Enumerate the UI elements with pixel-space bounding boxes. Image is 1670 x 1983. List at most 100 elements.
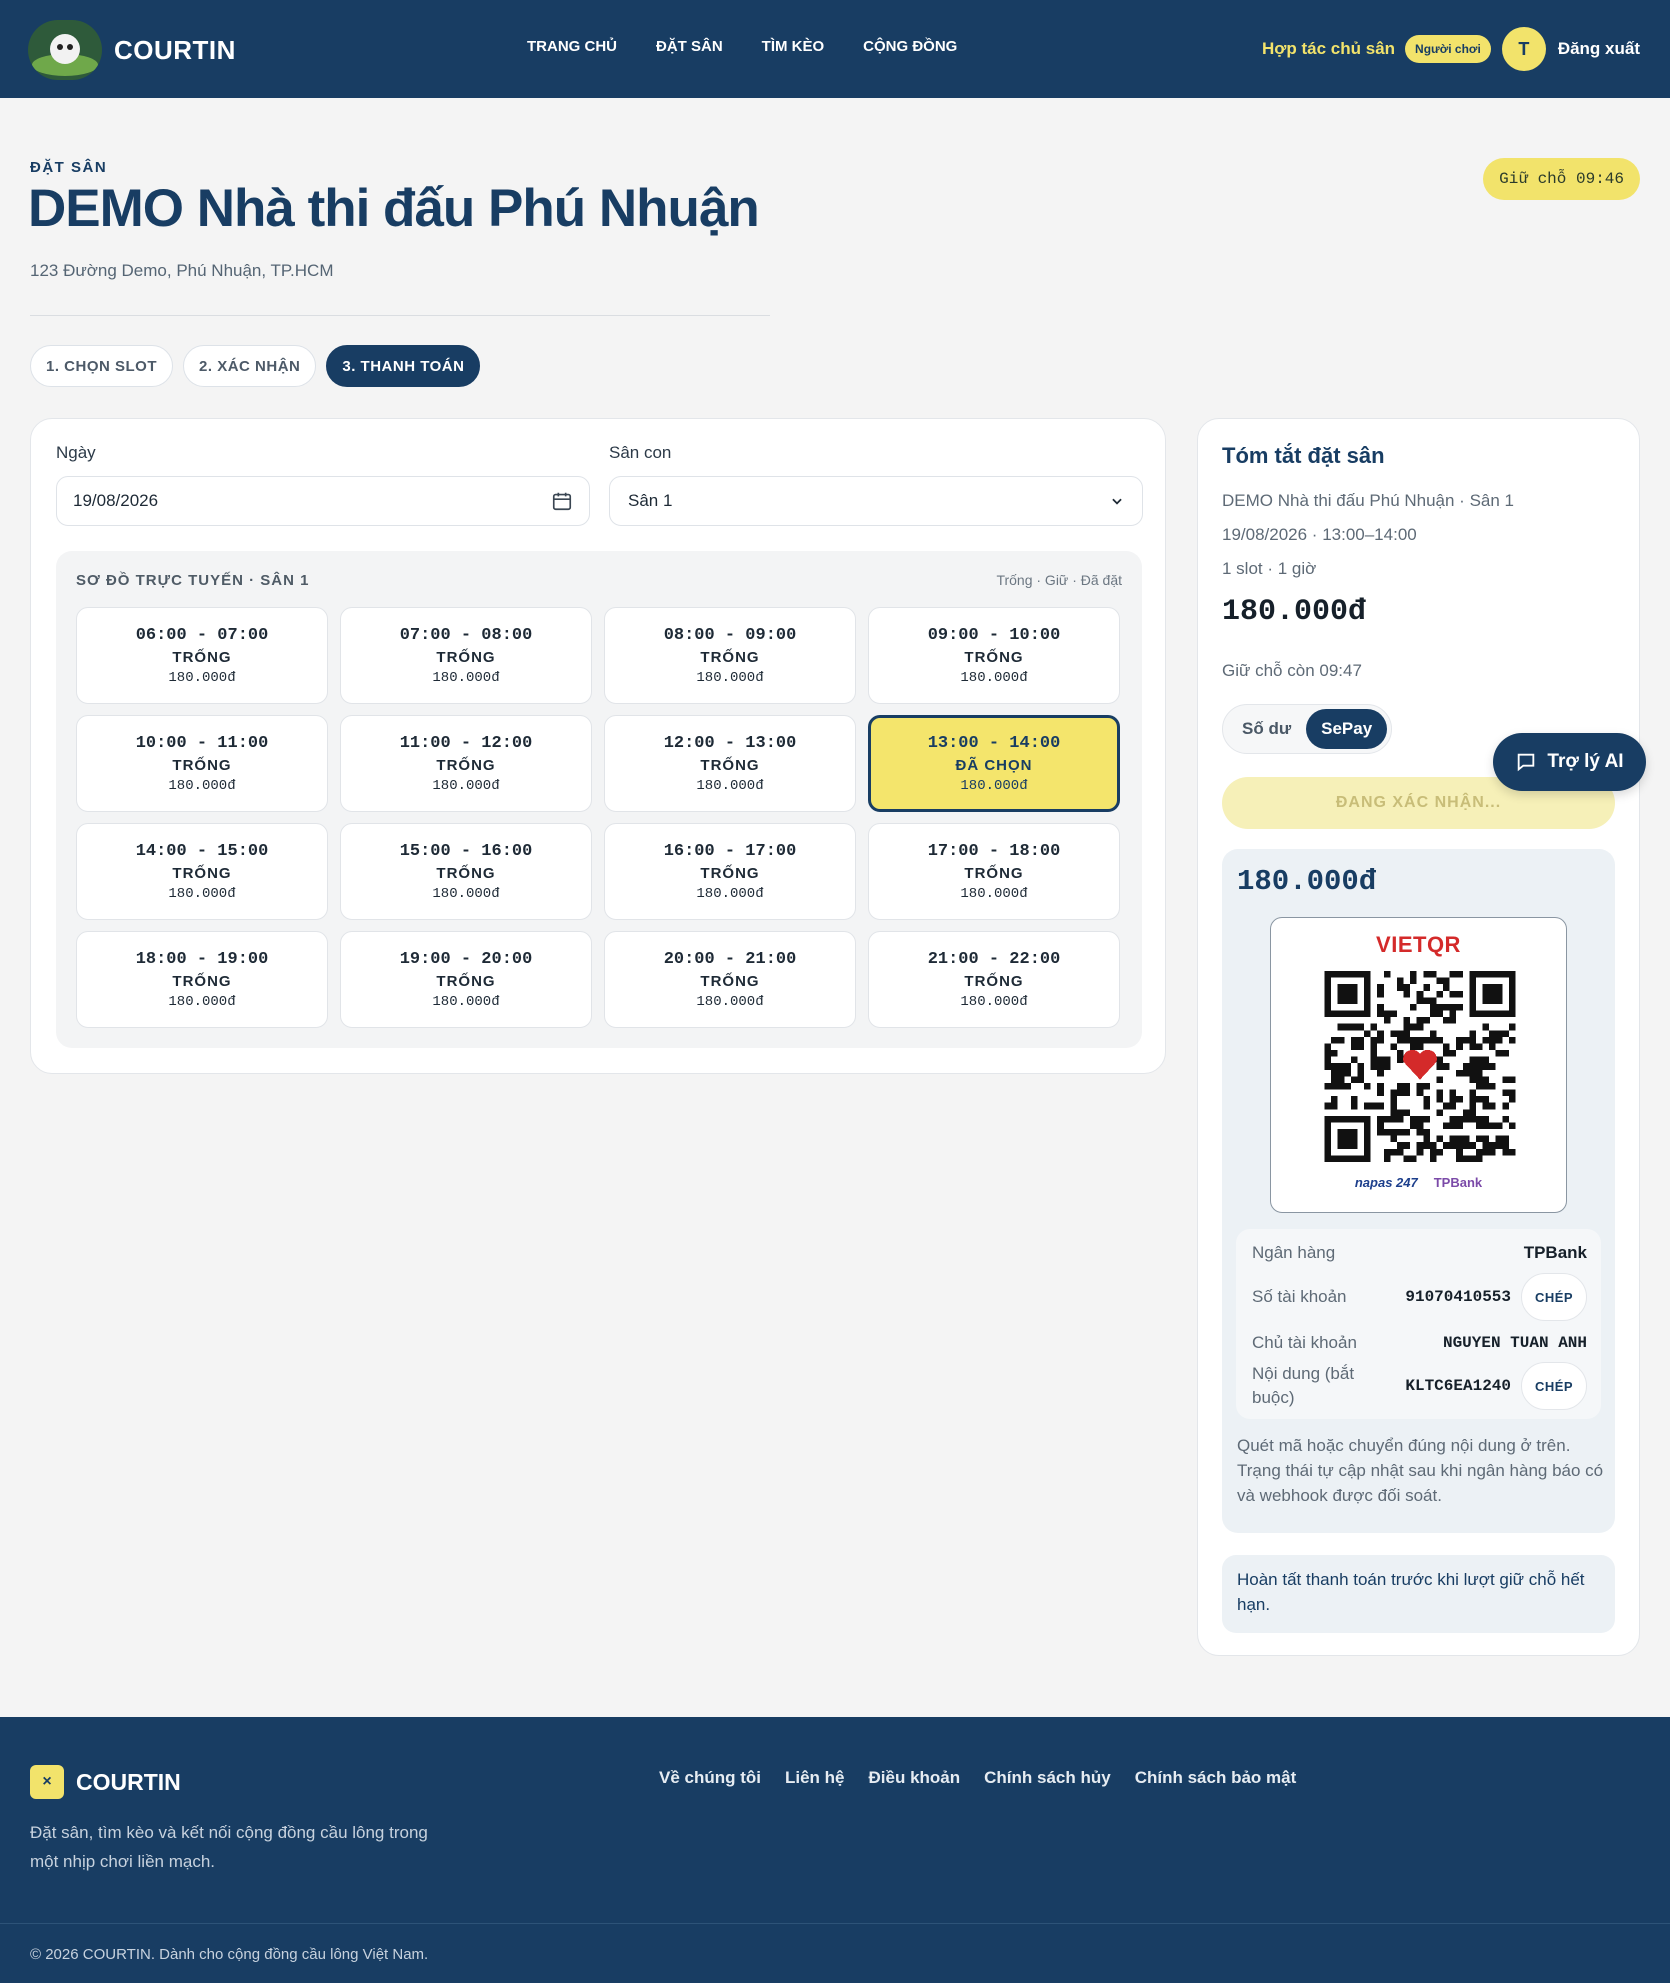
page-title: DEMO Nhà thi đấu Phú Nhuận [28,179,760,238]
slot-price: 180.000đ [960,669,1028,686]
slot-card[interactable]: 14:00 - 15:00 TRỐNG 180.000đ [76,823,328,920]
booking-steps: 1. CHỌN SLOT 2. XÁC NHẬN 3. THANH TOÁN [30,345,481,387]
footer-link-cancel-policy[interactable]: Chính sách hủy [984,1768,1111,1788]
nav-booking[interactable]: ĐẶT SÂN [656,38,723,55]
footer-logo[interactable]: × COURTIN [30,1765,181,1799]
slot-time: 06:00 - 07:00 [135,625,269,645]
summary-title: Tóm tắt đặt sân [1222,443,1385,468]
account-number-label: Số tài khoản [1252,1287,1347,1306]
slot-card[interactable]: 15:00 - 16:00 TRỐNG 180.000đ [340,823,592,920]
slot-time: 10:00 - 11:00 [135,733,269,753]
slot-grid-panel: SƠ ĐỒ TRỰC TUYẾN · SÂN 1 Trống · Giữ · Đ… [56,551,1142,1048]
slot-card-selected[interactable]: 13:00 - 14:00 ĐÃ CHỌN 180.000đ [868,715,1120,812]
slot-card[interactable]: 20:00 - 21:00 TRỐNG 180.000đ [604,931,856,1028]
slot-card[interactable]: 10:00 - 11:00 TRỐNG 180.000đ [76,715,328,812]
slot-time: 12:00 - 13:00 [663,733,797,753]
summary-datetime: 19/08/2026 · 13:00–14:00 [1222,525,1417,544]
slot-status: TRỐNG [700,648,760,666]
nav-find-match[interactable]: TÌM KÈO [762,38,825,55]
slot-price: 180.000đ [432,885,500,902]
footer-link-about[interactable]: Về chúng tôi [659,1768,761,1788]
hold-expiry-warning: Hoàn tất thanh toán trước khi lượt giữ c… [1222,1555,1615,1633]
vietqr-logo: VIETQR [1376,932,1461,957]
footer-link-contact[interactable]: Liên hệ [785,1768,845,1788]
summary-total: 180.000đ [1222,595,1367,629]
copy-account-button[interactable]: CHÉP [1521,1273,1587,1321]
top-navbar: COURTIN TRANG CHỦ ĐẶT SÂN TÌM KÈO CỘNG Đ… [0,0,1670,98]
slot-card[interactable]: 19:00 - 20:00 TRỐNG 180.000đ [340,931,592,1028]
court-select[interactable]: Sân 1 [609,476,1143,526]
slot-price: 180.000đ [432,993,500,1010]
step-choose-slot[interactable]: 1. CHỌN SLOT [30,345,174,387]
partner-link[interactable]: Hợp tác chủ sân [1262,39,1395,59]
slot-card[interactable]: 17:00 - 18:00 TRỐNG 180.000đ [868,823,1120,920]
slot-status: TRỐNG [436,756,496,774]
slot-time: 20:00 - 21:00 [663,949,797,969]
footer-link-privacy[interactable]: Chính sách bảo mật [1135,1768,1297,1788]
avatar[interactable]: T [1501,27,1546,71]
slot-status: TRỐNG [964,864,1024,882]
footer-links: Về chúng tôi Liên hệ Điều khoản Chính sá… [659,1768,1296,1788]
footer-link-terms[interactable]: Điều khoản [869,1768,961,1788]
court-value: Sân 1 [628,491,673,510]
date-label: Ngày [56,443,96,462]
ai-assistant-button[interactable]: Trợ lý AI [1493,733,1646,791]
slot-status: TRỐNG [172,864,232,882]
slot-time: 18:00 - 19:00 [135,949,269,969]
slot-time: 21:00 - 22:00 [927,949,1061,969]
slot-price: 180.000đ [432,777,500,794]
brand-logo[interactable]: COURTIN [28,20,236,80]
nav-community[interactable]: CỘNG ĐỒNG [863,38,957,55]
pay-option-sepay[interactable]: SePay [1306,709,1388,749]
mascot-logo-icon [28,20,102,80]
summary-venue: DEMO Nhà thi đấu Phú Nhuận · Sân 1 [1222,491,1514,510]
nav-home[interactable]: TRANG CHỦ [527,38,617,55]
slot-card[interactable]: 06:00 - 07:00 TRỐNG 180.000đ [76,607,328,704]
bank-details: Ngân hàng TPBank Số tài khoản 9107041055… [1236,1229,1601,1419]
slot-status: TRỐNG [700,864,760,882]
slot-time: 08:00 - 09:00 [663,625,797,645]
footer-logo-icon: × [30,1765,64,1799]
slot-card[interactable]: 16:00 - 17:00 TRỐNG 180.000đ [604,823,856,920]
main-nav: TRANG CHỦ ĐẶT SÂN TÌM KÈO CỘNG ĐỒNG [527,38,957,55]
slot-status: TRỐNG [436,648,496,666]
pay-option-balance[interactable]: Số dư [1227,709,1306,749]
grid-legend: Trống · Giữ · Đã đặt [996,572,1122,588]
date-value: 19/08/2026 [73,491,159,510]
slot-card[interactable]: 07:00 - 08:00 TRỐNG 180.000đ [340,607,592,704]
slot-time: 09:00 - 10:00 [927,625,1061,645]
transfer-content-value: KLTC6EA1240 [1405,1377,1511,1395]
slot-price: 180.000đ [960,885,1028,902]
slot-time: 07:00 - 08:00 [399,625,533,645]
hold-remaining: Giữ chỗ còn 09:47 [1222,661,1362,680]
slot-card[interactable]: 21:00 - 22:00 TRỐNG 180.000đ [868,931,1120,1028]
account-number-value: 91070410553 [1405,1288,1511,1306]
qr-amount: 180.000đ [1237,865,1377,898]
slot-status: TRỐNG [172,756,232,774]
slot-price: 180.000đ [432,669,500,686]
summary-slot-info: 1 slot · 1 giờ [1222,559,1317,578]
court-label: Sân con [609,443,672,462]
ai-assistant-label: Trợ lý AI [1547,751,1624,772]
step-confirm[interactable]: 2. XÁC NHẬN [183,345,317,387]
step-payment[interactable]: 3. THANH TOÁN [326,345,481,387]
copy-content-button[interactable]: CHÉP [1521,1362,1587,1410]
slot-card[interactable]: 11:00 - 12:00 TRỐNG 180.000đ [340,715,592,812]
slot-card[interactable]: 18:00 - 19:00 TRỐNG 180.000đ [76,931,328,1028]
slot-time: 17:00 - 18:00 [927,841,1061,861]
account-holder-label: Chủ tài khoản [1252,1333,1357,1352]
slot-time: 19:00 - 20:00 [399,949,533,969]
logout-button[interactable]: Đăng xuất [1558,39,1640,59]
slot-card[interactable]: 09:00 - 10:00 TRỐNG 180.000đ [868,607,1120,704]
calendar-icon[interactable] [551,490,573,512]
slot-price: 180.000đ [696,669,764,686]
slot-card[interactable]: 12:00 - 13:00 TRỐNG 180.000đ [604,715,856,812]
slot-price: 180.000đ [168,993,236,1010]
footer-copyright: © 2026 COURTIN. Dành cho cộng đồng cầu l… [30,1946,429,1963]
slot-status: TRỐNG [436,972,496,990]
footer-description: Đặt sân, tìm kèo và kết nối cộng đồng cầ… [30,1823,428,1871]
date-field[interactable]: 19/08/2026 [56,476,590,526]
slot-grid: 06:00 - 07:00 TRỐNG 180.000đ 07:00 - 08:00 T… [76,607,1120,1028]
slot-card[interactable]: 08:00 - 09:00 TRỐNG 180.000đ [604,607,856,704]
slot-price: 180.000đ [168,885,236,902]
